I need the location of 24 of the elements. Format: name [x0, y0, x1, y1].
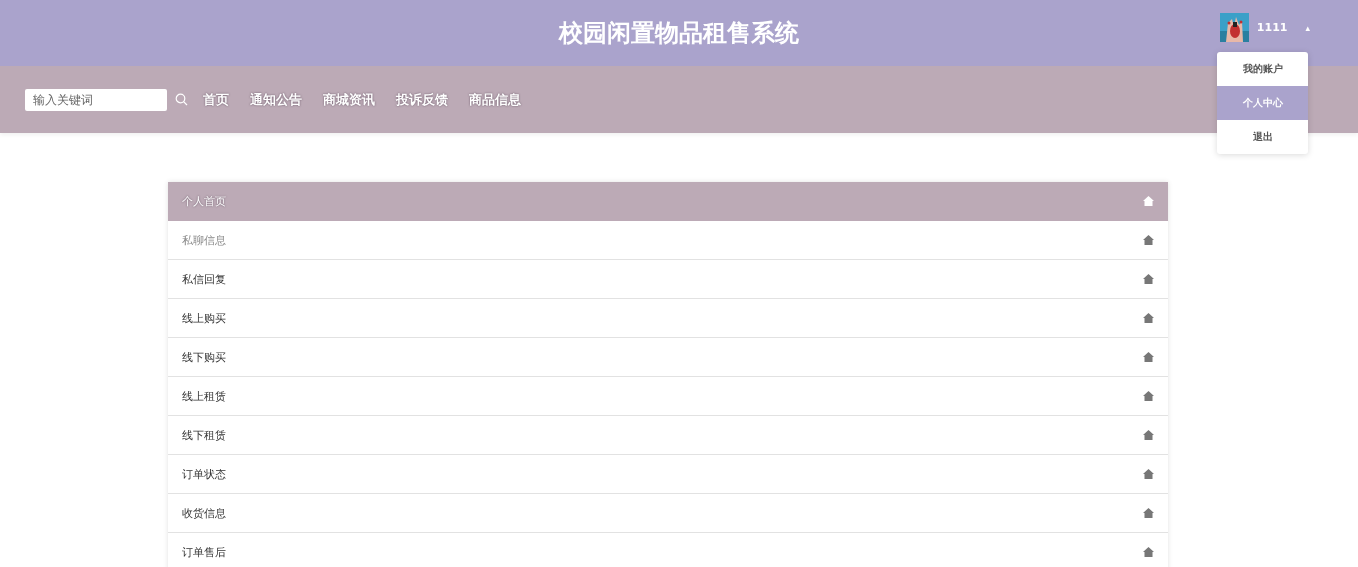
home-icon [1143, 313, 1154, 323]
dropdown-item[interactable]: 退出 [1217, 120, 1308, 154]
menu-item[interactable]: 线上租赁 [168, 377, 1168, 416]
search-icon[interactable] [175, 93, 188, 106]
menu-item[interactable]: 订单售后 [168, 533, 1168, 567]
home-icon [1143, 430, 1154, 440]
menu-item[interactable]: 线上购买 [168, 299, 1168, 338]
home-icon [1143, 352, 1154, 362]
menu-item[interactable]: 私信回复 [168, 260, 1168, 299]
home-icon [1143, 547, 1154, 557]
home-icon [1143, 274, 1154, 284]
menu-item[interactable]: 线下购买 [168, 338, 1168, 377]
site-title: 校园闲置物品租售系统 [559, 18, 799, 49]
dropdown-item[interactable]: 我的账户 [1217, 52, 1308, 86]
menu-item[interactable]: 收货信息 [168, 494, 1168, 533]
home-icon [1143, 391, 1154, 401]
menu-item[interactable]: 线下租赁 [168, 416, 1168, 455]
home-icon [1143, 508, 1154, 518]
search-field[interactable]: 输入关键词 [25, 88, 167, 111]
home-icon [1143, 235, 1154, 245]
menu-item[interactable]: 订单状态 [168, 455, 1168, 494]
home-icon [1143, 469, 1154, 479]
menu-item[interactable]: 私聊信息 [168, 221, 1168, 260]
home-icon [1143, 196, 1154, 206]
